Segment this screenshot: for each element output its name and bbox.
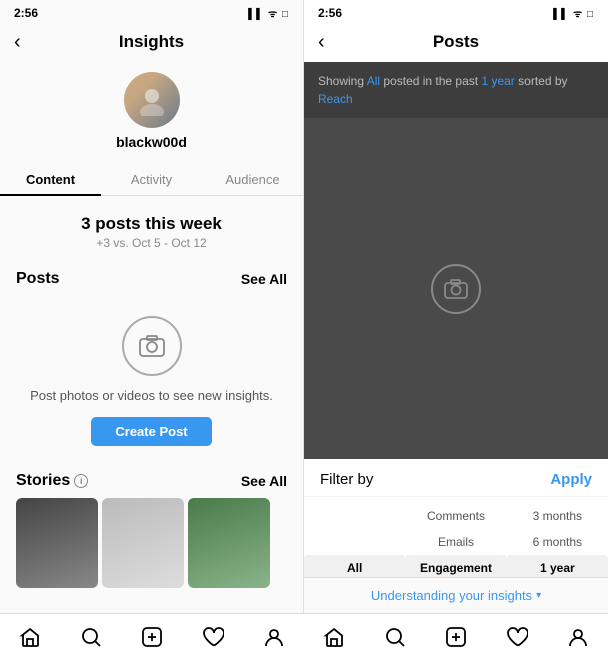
camera-placeholder-icon (431, 264, 481, 314)
header-right: ‹ Posts (304, 24, 608, 62)
empty-posts-section: Post photos or videos to see new insight… (0, 296, 303, 462)
info-icon[interactable]: i (74, 474, 88, 488)
showing-middle: posted in the past (380, 74, 481, 88)
nav-home-left[interactable] (19, 626, 41, 654)
nav-profile-right[interactable] (567, 626, 589, 654)
nav-add-left[interactable] (141, 626, 163, 654)
story-thumb-1[interactable] (16, 498, 98, 588)
posts-week-section: 3 posts this week +3 vs. Oct 5 - Oct 12 (0, 196, 303, 256)
showing-prefix: Showing (318, 74, 367, 88)
camera-circle (122, 316, 182, 376)
right-panel: 2:56 ▌▌ ᯤ □ ‹ Posts Showing All posted i… (304, 0, 608, 665)
time-right: 2:56 (318, 6, 342, 20)
left-panel: 2:56 ▌▌ ᯤ □ ‹ Insights blackw00d Content… (0, 0, 304, 665)
filter-option-empty1 (304, 503, 405, 529)
bottom-nav-left (0, 613, 304, 665)
time-left: 2:56 (14, 6, 38, 20)
showing-reach[interactable]: Reach (318, 92, 353, 106)
avatar (124, 72, 180, 128)
nav-search-right[interactable] (384, 626, 406, 654)
status-bar-left: 2:56 ▌▌ ᯤ □ (0, 0, 303, 24)
avatar-image-icon (136, 84, 168, 116)
tab-content[interactable]: Content (0, 162, 101, 195)
showing-sorted: sorted by (515, 74, 568, 88)
stories-title-wrap: Stories i (16, 472, 88, 490)
tabs-row: Content Activity Audience (0, 162, 303, 196)
back-button-right[interactable]: ‹ (318, 31, 325, 54)
back-button-left[interactable]: ‹ (14, 31, 21, 54)
page-title-left: Insights (119, 32, 184, 52)
apply-button[interactable]: Apply (550, 471, 592, 488)
understanding-insights-bar[interactable]: Understanding your insights ▾ (304, 577, 608, 613)
tab-audience[interactable]: Audience (202, 162, 303, 195)
story-thumb-2[interactable] (102, 498, 184, 588)
status-bar-right: 2:56 ▌▌ ᯤ □ (304, 0, 608, 24)
posts-see-all[interactable]: See All (241, 271, 287, 287)
nav-heart-right[interactable] (506, 626, 528, 654)
page-title-right: Posts (433, 32, 479, 52)
showing-bar: Showing All posted in the past 1 year so… (304, 62, 608, 118)
profile-section: blackw00d (0, 62, 303, 158)
camera-icon (138, 332, 166, 360)
stories-title: Stories (16, 472, 70, 490)
filter-option-3months[interactable]: 3 months (507, 503, 608, 529)
filter-option-comments[interactable]: Comments (405, 503, 506, 529)
filter-by-label: Filter by (320, 471, 373, 488)
filter-by-row: Filter by Apply (304, 459, 608, 497)
posts-week-comparison: +3 vs. Oct 5 - Oct 12 (0, 236, 303, 250)
posts-week-count: 3 posts this week (0, 214, 303, 234)
stories-see-all[interactable]: See All (241, 473, 287, 489)
status-icons-right: ▌▌ ᯤ □ (553, 6, 594, 20)
filter-option-empty2 (304, 529, 405, 555)
nav-profile-left[interactable] (263, 626, 285, 654)
posts-section-title: Posts (16, 270, 60, 288)
nav-home-right[interactable] (323, 626, 345, 654)
create-post-button[interactable]: Create Post (91, 417, 211, 446)
username: blackw00d (116, 134, 187, 150)
posts-image-area (304, 118, 608, 459)
story-thumb-3[interactable] (188, 498, 270, 588)
stories-header: Stories i See All (0, 462, 303, 498)
nav-add-right[interactable] (445, 626, 467, 654)
filter-option-6months[interactable]: 6 months (507, 529, 608, 555)
empty-posts-text: Post photos or videos to see new insight… (30, 388, 273, 403)
bottom-nav-right (304, 613, 608, 665)
showing-all: All (367, 74, 380, 88)
status-icons-left: ▌▌ ᯤ □ (248, 6, 289, 20)
camera-icon-right (443, 276, 469, 302)
filter-option-emails[interactable]: Emails (405, 529, 506, 555)
nav-heart-left[interactable] (202, 626, 224, 654)
chevron-down-icon: ▾ (536, 590, 541, 601)
nav-search-left[interactable] (80, 626, 102, 654)
stories-section: Stories i See All (0, 462, 303, 588)
posts-section-header: Posts See All (0, 256, 303, 296)
tab-activity[interactable]: Activity (101, 162, 202, 195)
understanding-text: Understanding your insights (371, 588, 532, 603)
stories-thumbnails (0, 498, 303, 588)
header-left: ‹ Insights (0, 24, 303, 62)
showing-year: 1 year (481, 74, 514, 88)
